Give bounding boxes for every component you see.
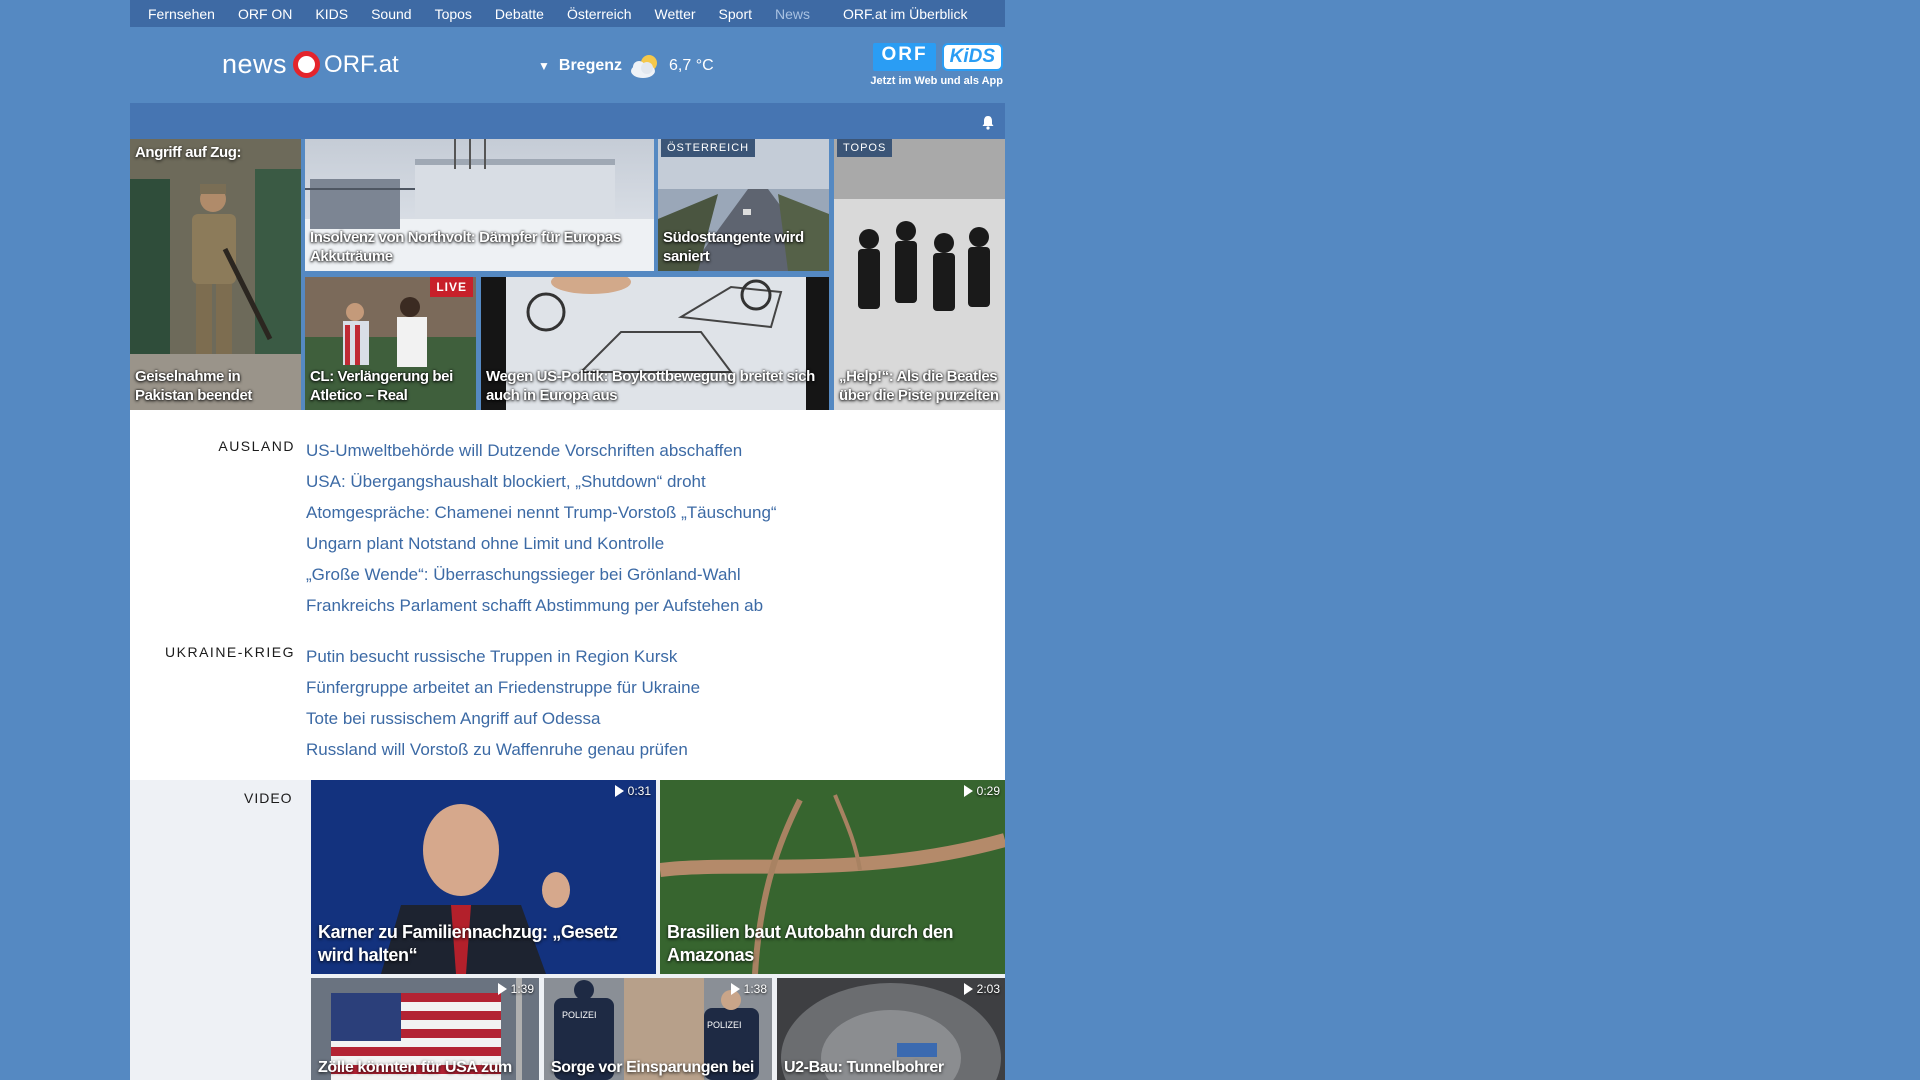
nav-debatte[interactable]: Debatte (495, 6, 544, 22)
video-duration: 2:03 (963, 982, 1000, 996)
weather-widget[interactable]: ▼ Bregenz 6,7 °C (538, 53, 714, 79)
video-duration: 1:39 (497, 982, 534, 996)
section-tag-oesterreich: ÖSTERREICH (661, 139, 756, 157)
kids-tagline: Jetzt im Web und als App (870, 75, 1003, 87)
teaser-northvolt-title: Insolvenz von Northvolt: Dämpfer für Eur… (310, 229, 621, 265)
video-duration: 1:38 (730, 982, 767, 996)
nav-overview[interactable]: ORF.at im Überblick (843, 6, 967, 22)
nav-fernsehen[interactable]: Fernsehen (148, 6, 215, 22)
logo-news-text: news (222, 49, 288, 79)
play-icon (614, 785, 624, 797)
teaser-northvolt[interactable]: Insolvenz von Northvolt: Dämpfer für Eur… (305, 139, 654, 271)
play-icon (730, 983, 740, 995)
svg-text:POLIZEI: POLIZEI (707, 1020, 742, 1030)
video-polizei[interactable]: POLIZEI POLIZEI 1:38 Sorge vor Einsparun… (544, 978, 772, 1080)
teaser-champions-league[interactable]: LIVE CL: Verlängerung bei Atletico – Rea… (305, 277, 476, 410)
logo-orf-text: ORF.at (324, 50, 399, 78)
nav-kids[interactable]: KIDS (315, 6, 348, 22)
ukraine-link[interactable]: Russland will Vorstoß zu Waffenruhe gena… (306, 734, 700, 765)
teaser-champions-league-title: CL: Verlängerung bei Atletico – Real (310, 368, 453, 404)
video-amazonas[interactable]: 0:29 Brasilien baut Autobahn durch den A… (660, 780, 1005, 974)
teaser-suedosttangente-title: Südosttangente wird saniert (663, 229, 804, 265)
ukraine-link[interactable]: Fünfergruppe arbeitet an Friedenstruppe … (306, 672, 700, 703)
video-u2-bau[interactable]: 2:03 U2-Bau: Tunnelbohrer erreicht (777, 978, 1005, 1080)
bell-icon[interactable] (981, 115, 995, 130)
orf-ring-icon (293, 51, 321, 78)
ukraine-link[interactable]: Putin besucht russische Truppen in Regio… (306, 641, 700, 672)
video-title: U2-Bau: Tunnelbohrer erreicht (784, 1059, 944, 1080)
live-badge: LIVE (430, 277, 473, 297)
video-section: VIDEO 0:31 Karner zu Familiennachzug: „G… (130, 780, 1005, 1080)
teaser-boykott[interactable]: Wegen US-Politik: Boykottbewegung breite… (481, 277, 829, 410)
video-title: Sorge vor Einsparungen bei (551, 1059, 754, 1076)
news-lists: AUSLAND US-Umweltbehörde will Dutzende V… (130, 410, 1005, 780)
video-karner[interactable]: 0:31 Karner zu Familiennachzug: „Gesetz … (311, 780, 656, 974)
section-tag-topos: TOPOS (837, 139, 893, 157)
teaser-boykott-title: Wegen US-Politik: Boykottbewegung breite… (486, 368, 815, 404)
ausland-link[interactable]: „Große Wende“: Überraschungssieger bei G… (306, 559, 777, 590)
ausland-link[interactable]: Frankreichs Parlament schafft Abstimmung… (306, 590, 777, 621)
ausland-link[interactable]: USA: Übergangshaushalt blockiert, „Shutd… (306, 466, 777, 497)
video-duration: 0:29 (963, 784, 1000, 798)
header: news ORF.at ▼ Bregenz 6,7 °C ORF KiDS Je… (130, 27, 1005, 103)
video-zoelle[interactable]: 1:39 Zölle könnten für USA zum (311, 978, 539, 1080)
partly-cloudy-icon (631, 55, 658, 78)
notification-bar (130, 103, 1005, 139)
nav-wetter[interactable]: Wetter (655, 6, 696, 22)
top-navigation: Fernsehen ORF ON KIDS Sound Topos Debatt… (130, 0, 1005, 27)
weather-temperature: 6,7 °C (669, 57, 714, 74)
teaser-suedosttangente[interactable]: ÖSTERREICH Südosttangente wird saniert (658, 139, 829, 271)
orf-kids-promo[interactable]: ORF KiDS Jetzt im Web und als App (863, 43, 1003, 87)
ausland-link[interactable]: Ungarn plant Notstand ohne Limit und Kon… (306, 528, 777, 559)
nav-oesterreich[interactable]: Österreich (567, 6, 632, 22)
section-label-ukraine-krieg: UKRAINE-KRIEG (165, 644, 295, 660)
nav-topos[interactable]: Topos (435, 6, 472, 22)
play-icon (963, 983, 973, 995)
nav-news[interactable]: News (775, 6, 810, 22)
play-icon (963, 785, 973, 797)
svg-text:POLIZEI: POLIZEI (562, 1010, 597, 1020)
teaser-pakistan-title: Geiselnahme in Pakistan beendet (135, 368, 252, 404)
ausland-link[interactable]: Atomgespräche: Chamenei nennt Trump-Vors… (306, 497, 777, 528)
video-duration: 0:31 (614, 784, 651, 798)
section-label-ausland: AUSLAND (218, 438, 295, 454)
teaser-beatles[interactable]: TOPOS „Help!“: Als die Beatles über die … (834, 139, 1005, 410)
teaser-pakistan[interactable]: Angriff auf Zug: Geiselnahme in Pakistan… (130, 139, 301, 410)
teaser-beatles-title: „Help!“: Als die Beatles über die Piste … (839, 368, 999, 404)
nav-orf-on[interactable]: ORF ON (238, 6, 292, 22)
video-title: Karner zu Familiennachzug: „Gesetz wird … (318, 922, 618, 965)
weather-city: Bregenz (558, 57, 623, 74)
section-label-video: VIDEO (244, 790, 293, 806)
video-title: Brasilien baut Autobahn durch den Amazon… (667, 922, 954, 965)
play-icon (497, 983, 507, 995)
orf-badge: ORF (873, 43, 936, 71)
nav-sport[interactable]: Sport (719, 6, 752, 22)
teaser-pakistan-kicker: Angriff auf Zug: (135, 144, 242, 161)
page: Fernsehen ORF ON KIDS Sound Topos Debatt… (130, 0, 1005, 1080)
video-title: Zölle könnten für USA zum (318, 1059, 512, 1076)
ausland-link[interactable]: US-Umweltbehörde will Dutzende Vorschrif… (306, 435, 777, 466)
news-orf-logo[interactable]: news ORF.at (222, 49, 399, 80)
kids-badge: KiDS (941, 43, 1003, 71)
chevron-down-icon[interactable]: ▼ (538, 59, 550, 73)
nav-sound[interactable]: Sound (371, 6, 411, 22)
ukraine-link[interactable]: Tote bei russischem Angriff auf Odessa (306, 703, 700, 734)
